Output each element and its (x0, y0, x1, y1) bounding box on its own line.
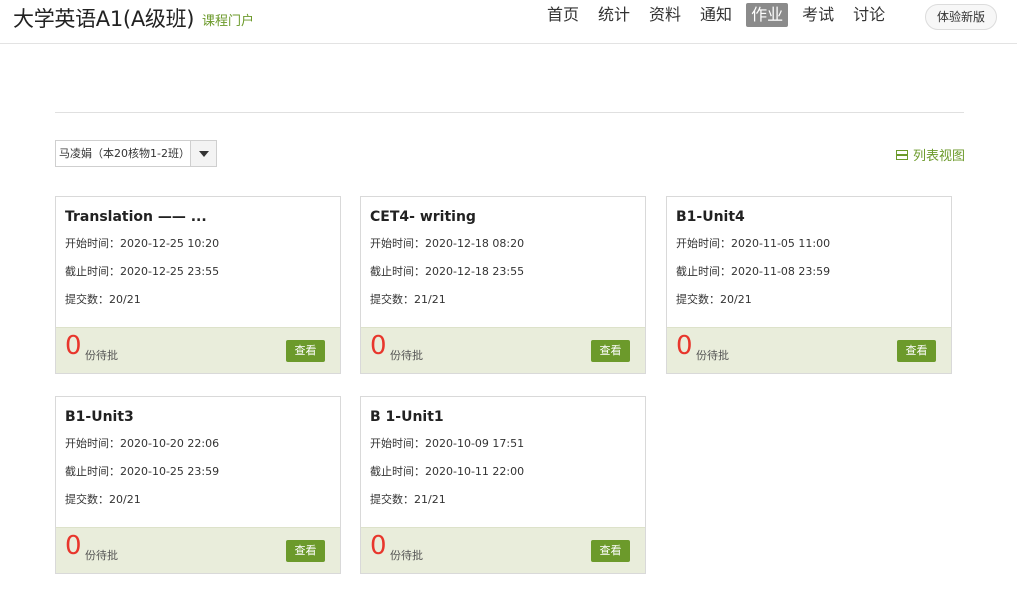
course-portal-link[interactable]: 课程门户 (202, 10, 254, 29)
pending-label: 份待批 (85, 549, 118, 562)
pending-label: 份待批 (696, 349, 729, 362)
pending-count: 0 (676, 331, 693, 361)
assignment-card-footer: 0 份待批 查看 (667, 327, 951, 373)
assignment-title[interactable]: Translation —— ... (65, 209, 207, 225)
nav-materials[interactable]: 资料 (644, 3, 686, 27)
pending-label: 份待批 (390, 349, 423, 362)
assignment-card-footer: 0 份待批 查看 (56, 527, 340, 573)
assignment-title[interactable]: B1-Unit4 (676, 209, 745, 225)
view-button[interactable]: 查看 (897, 340, 936, 362)
list-view-icon (896, 149, 908, 160)
assignment-card[interactable]: B1-Unit4 开始时间：2020-11-05 11:00 截止时间：2020… (666, 196, 952, 374)
nav-discussion[interactable]: 讨论 (848, 3, 890, 27)
nav-homework[interactable]: 作业 (746, 3, 789, 27)
assignment-card[interactable]: CET4- writing 开始时间：2020-12-18 08:20 截止时间… (360, 196, 646, 374)
dropdown-arrow-icon[interactable] (190, 141, 216, 166)
list-view-toggle[interactable]: 列表视图 (896, 145, 965, 164)
view-button[interactable]: 查看 (591, 340, 630, 362)
assignment-start-time: 开始时间：2020-10-20 22:06 (65, 437, 220, 450)
assignment-submission-count: 提交数：21/21 (370, 493, 446, 506)
nav-notices[interactable]: 通知 (695, 3, 737, 27)
assignment-submission-count: 提交数：21/21 (370, 293, 446, 306)
class-select-value: 马凌娟（本20核物1-2班） (59, 147, 190, 160)
assignment-deadline: 截止时间：2020-12-25 23:55 (65, 265, 220, 278)
view-button[interactable]: 查看 (286, 340, 325, 362)
assignment-deadline: 截止时间：2020-10-25 23:59 (65, 465, 220, 478)
assignment-title[interactable]: CET4- writing (370, 209, 476, 225)
assignment-card-footer: 0 份待批 查看 (361, 527, 645, 573)
assignment-deadline: 截止时间：2020-12-18 23:55 (370, 265, 525, 278)
assignment-deadline: 截止时间：2020-11-08 23:59 (676, 265, 831, 278)
try-new-version-button[interactable]: 体验新版 (925, 4, 997, 30)
class-select[interactable]: 马凌娟（本20核物1-2班） (55, 140, 217, 167)
top-header: 大学英语A1(A级班) 课程门户 首页 统计 资料 通知 作业 考试 讨论 体验… (0, 0, 1017, 44)
pending-count: 0 (370, 531, 387, 561)
assignment-card-footer: 0 份待批 查看 (361, 327, 645, 373)
section-divider (55, 112, 964, 113)
assignment-title[interactable]: B 1-Unit1 (370, 409, 444, 425)
pending-label: 份待批 (85, 349, 118, 362)
list-view-label: 列表视图 (913, 149, 966, 164)
assignment-start-time: 开始时间：2020-11-05 11:00 (676, 237, 831, 250)
pending-count: 0 (65, 331, 82, 361)
assignment-title[interactable]: B1-Unit3 (65, 409, 134, 425)
nav-statistics[interactable]: 统计 (593, 3, 635, 27)
course-title: 大学英语A1(A级班) (13, 7, 195, 31)
pending-count: 0 (370, 331, 387, 361)
assignment-deadline: 截止时间：2020-10-11 22:00 (370, 465, 525, 478)
main-nav: 首页 统计 资料 通知 作业 考试 讨论 (542, 3, 899, 29)
pending-label: 份待批 (390, 549, 423, 562)
nav-exams[interactable]: 考试 (797, 3, 839, 27)
assignment-card-footer: 0 份待批 查看 (56, 327, 340, 373)
view-button[interactable]: 查看 (591, 540, 630, 562)
assignment-start-time: 开始时间：2020-12-18 08:20 (370, 237, 525, 250)
assignment-card[interactable]: B 1-Unit1 开始时间：2020-10-09 17:51 截止时间：202… (360, 396, 646, 574)
assignment-start-time: 开始时间：2020-12-25 10:20 (65, 237, 220, 250)
assignment-submission-count: 提交数：20/21 (65, 493, 141, 506)
pending-count: 0 (65, 531, 82, 561)
assignment-submission-count: 提交数：20/21 (676, 293, 752, 306)
nav-home[interactable]: 首页 (542, 3, 584, 27)
view-button[interactable]: 查看 (286, 540, 325, 562)
assignment-card[interactable]: B1-Unit3 开始时间：2020-10-20 22:06 截止时间：2020… (55, 396, 341, 574)
assignment-start-time: 开始时间：2020-10-09 17:51 (370, 437, 525, 450)
assignment-card[interactable]: Translation —— ... 开始时间：2020-12-25 10:20… (55, 196, 341, 374)
assignment-submission-count: 提交数：20/21 (65, 293, 141, 306)
